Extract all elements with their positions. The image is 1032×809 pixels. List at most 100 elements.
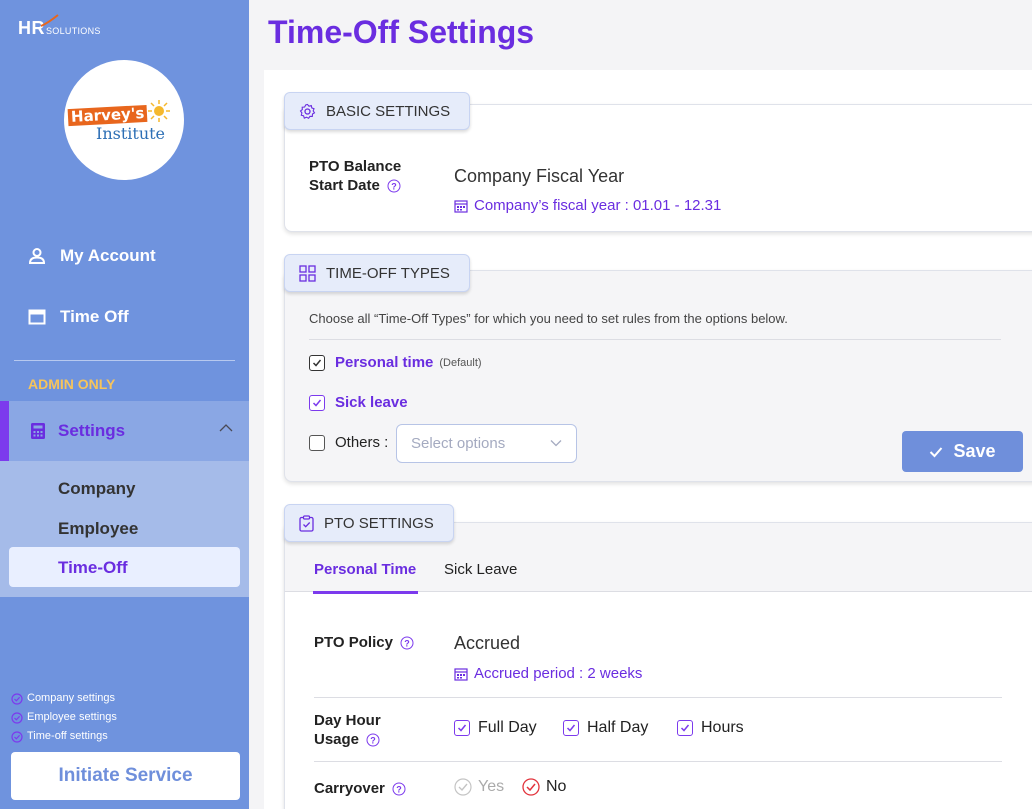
nav-settings-label: Settings [58, 421, 126, 440]
basic-settings-title: BASIC SETTINGS [326, 102, 451, 120]
nav-my-account[interactable]: My Account [28, 246, 156, 266]
nav-my-account-label: My Account [60, 246, 156, 265]
page-title: Time-Off Settings [268, 14, 535, 50]
svg-text:?: ? [391, 182, 397, 192]
nav-time-off[interactable]: Time Off [28, 307, 129, 327]
day-hour-usage-label: Day Hour Usage ? [314, 711, 381, 749]
calendar-icon [454, 199, 468, 213]
save-button[interactable]: Save [902, 431, 1023, 472]
divider [314, 761, 1002, 762]
checkbox-checked-icon [309, 394, 325, 411]
initiate-service-button[interactable]: Initiate Service [11, 752, 240, 800]
calculator-icon [31, 423, 45, 439]
time-off-types-header: TIME-OFF TYPES [284, 254, 470, 292]
checklist-label: Company settings [27, 692, 116, 704]
nav-sub-time-off-label: Time-Off [58, 558, 128, 577]
checklist-item: Employee settings [11, 708, 117, 727]
usage-label-line1: Day Hour [314, 712, 381, 729]
default-tag: (Default) [439, 356, 482, 369]
logo-swoosh-icon [40, 14, 59, 27]
sick-leave-label: Sick leave [335, 394, 408, 411]
checklist-item: Company settings [11, 689, 117, 708]
divider [314, 697, 1002, 698]
hours-checkbox[interactable]: Hours [677, 719, 744, 737]
usage-label-line2: Usage [314, 731, 360, 748]
others-checkbox[interactable]: Others : [309, 434, 388, 451]
nav-time-off-label: Time Off [60, 307, 129, 326]
full-day-label: Full Day [478, 719, 537, 736]
check-circle-icon [11, 711, 23, 724]
user-icon [28, 248, 46, 264]
hr-solutions-logo: HRSOLUTIONS [18, 14, 101, 39]
carryover-label: Carryover ? [314, 779, 406, 798]
check-circle-icon [522, 778, 540, 796]
pto-balance-label-line2: Start Date [309, 177, 380, 194]
calendar-icon [28, 309, 46, 325]
tab-sick-leave[interactable]: Sick Leave [444, 561, 517, 578]
svg-text:?: ? [396, 785, 402, 795]
half-day-checkbox[interactable]: Half Day [563, 719, 648, 737]
pto-settings-header: PTO SETTINGS [284, 504, 454, 542]
sidebar: HRSOLUTIONS Harvey's Institute My Accoun… [0, 0, 249, 809]
gear-icon [299, 103, 316, 119]
nav-settings[interactable]: Settings [0, 401, 249, 461]
pto-balance-value: Company Fiscal Year [454, 166, 625, 186]
help-icon[interactable]: ? [366, 733, 380, 747]
fiscal-year-link[interactable]: Company’s fiscal year : 01.01 - 12.31 [454, 197, 721, 214]
others-select[interactable]: Select options [396, 424, 577, 463]
half-day-label: Half Day [587, 719, 649, 736]
chevron-down-icon [550, 440, 562, 447]
checklist-label: Time-off settings [27, 730, 108, 742]
accrued-period-text: Accrued period : 2 weeks [474, 665, 643, 682]
personal-time-label: Personal time [335, 354, 434, 371]
svg-text:?: ? [370, 736, 376, 746]
checkmark-icon [930, 446, 943, 457]
admin-only-label: ADMIN ONLY [28, 376, 116, 392]
checklist-label: Employee settings [27, 711, 117, 723]
nav-sub-employee[interactable]: Employee [58, 519, 138, 539]
time-off-types-title: TIME-OFF TYPES [326, 264, 450, 282]
save-button-label: Save [953, 441, 996, 461]
sidebar-divider [14, 360, 235, 361]
basic-settings-header: BASIC SETTINGS [284, 92, 471, 130]
fiscal-year-link-text: Company’s fiscal year : 01.01 - 12.31 [474, 197, 722, 214]
help-icon[interactable]: ? [387, 179, 401, 193]
carryover-no-label: No [546, 778, 567, 795]
sick-leave-checkbox[interactable]: Sick leave [309, 394, 408, 411]
checkbox-checked-icon [309, 354, 325, 371]
pto-policy-label: PTO Policy ? [314, 633, 414, 652]
pto-balance-label-line1: PTO Balance [309, 158, 402, 175]
check-circle-icon [11, 730, 23, 743]
setup-checklist: Company settings Employee settings Time-… [11, 689, 117, 746]
svg-text:?: ? [404, 639, 410, 649]
pto-policy-value: Accrued [454, 633, 521, 653]
clipboard-icon [299, 514, 314, 532]
checkbox-empty-icon [309, 434, 325, 451]
nav-sub-company[interactable]: Company [58, 479, 135, 499]
chevron-up-icon[interactable] [218, 423, 234, 433]
carryover-yes-radio[interactable]: Yes [454, 778, 504, 796]
nav-sub-time-off[interactable]: Time-Off [9, 547, 240, 587]
pto-balance-label: PTO Balance Start Date ? [309, 157, 401, 195]
checklist-item: Time-off settings [11, 727, 117, 746]
carryover-no-radio[interactable]: No [522, 778, 566, 796]
active-tab-indicator [313, 591, 418, 594]
divider [309, 339, 1001, 340]
checkbox-checked-icon [677, 720, 693, 736]
active-indicator [0, 401, 9, 461]
check-circle-icon [454, 778, 472, 796]
company-logo-line2: Institute [96, 124, 166, 143]
pto-settings-title: PTO SETTINGS [324, 514, 434, 532]
accrued-period-link[interactable]: Accrued period : 2 weeks [454, 665, 642, 682]
company-logo-line1: Harvey's [67, 104, 148, 127]
help-icon[interactable]: ? [392, 782, 406, 796]
settings-group: Settings Company Employee Time-Off [0, 401, 249, 597]
pto-policy-label-text: PTO Policy [314, 634, 393, 651]
help-icon[interactable]: ? [400, 636, 414, 650]
full-day-checkbox[interactable]: Full Day [454, 719, 537, 737]
carryover-label-text: Carryover [314, 780, 385, 797]
carryover-yes-label: Yes [478, 778, 505, 795]
company-avatar: Harvey's Institute [64, 60, 184, 180]
personal-time-checkbox[interactable]: Personal time (Default) [309, 354, 482, 371]
tab-personal-time[interactable]: Personal Time [314, 561, 416, 578]
